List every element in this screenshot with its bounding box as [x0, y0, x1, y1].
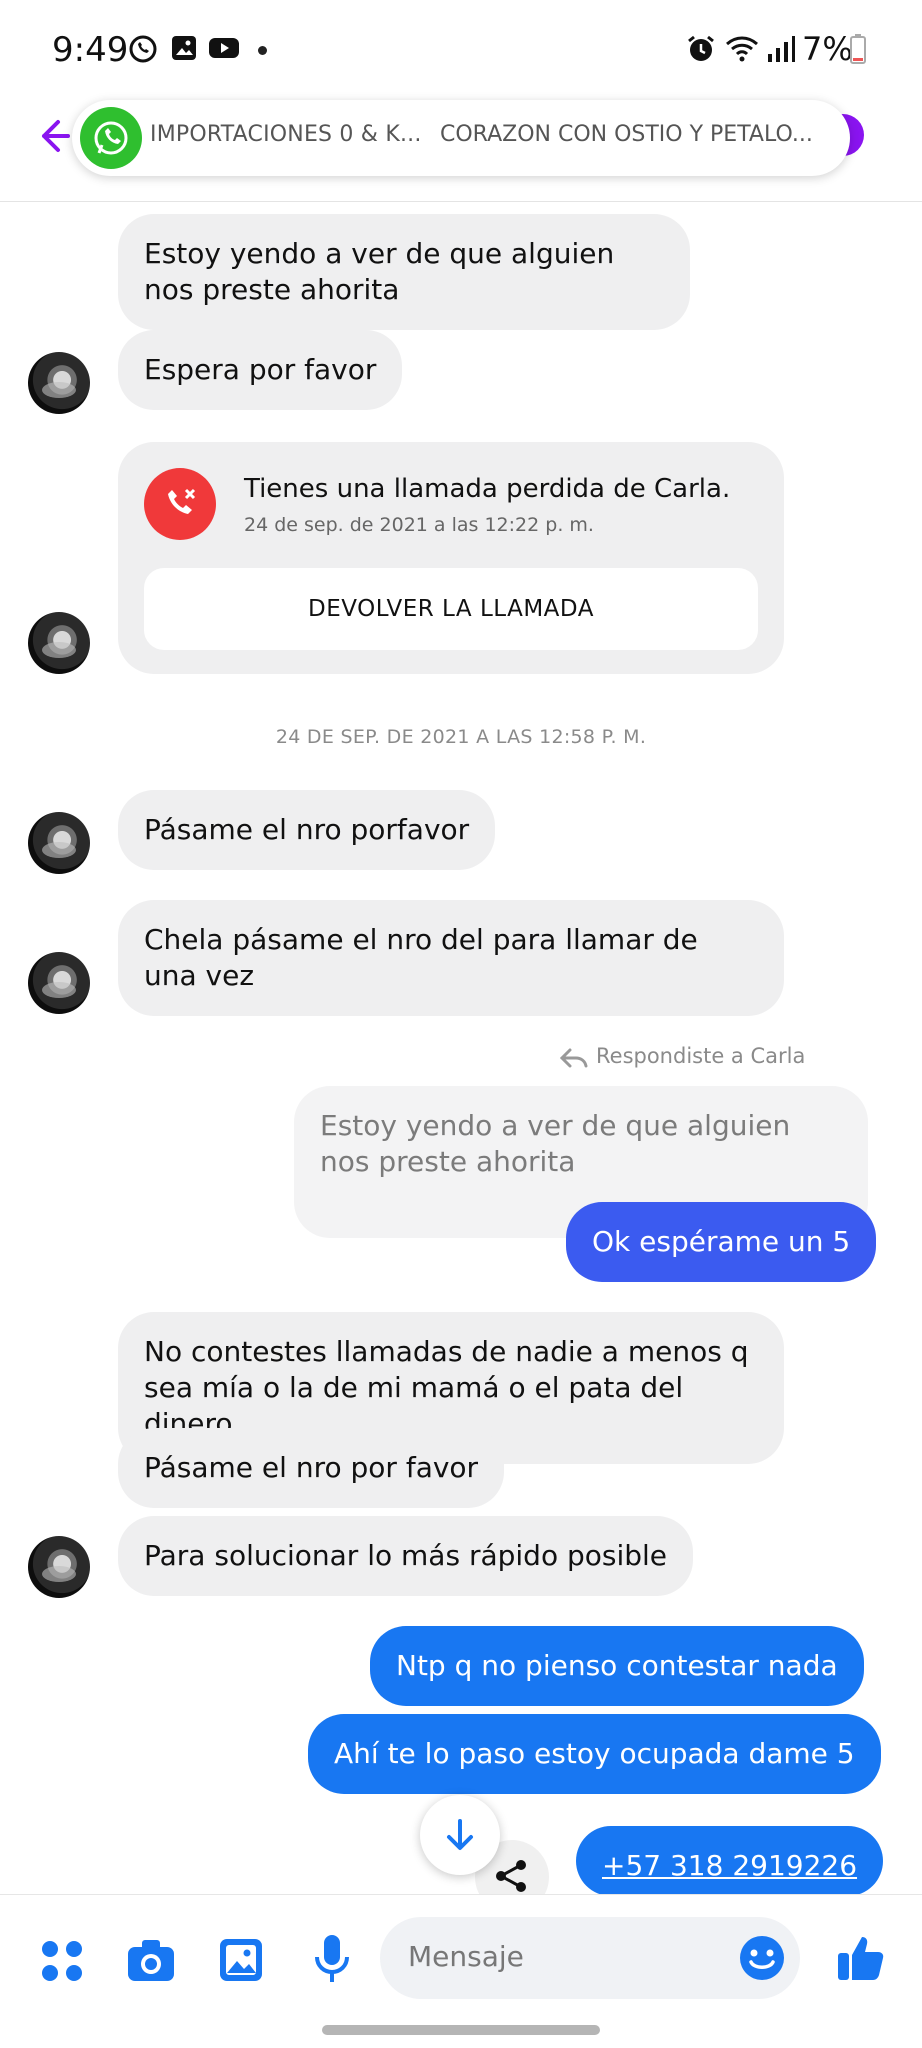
reply-note-text: Respondiste a Carla — [596, 1044, 806, 1068]
missed-call-time: 24 de sep. de 2021 a las 12:22 p. m. — [244, 514, 594, 536]
avatar[interactable] — [28, 1536, 90, 1598]
message-bubble-sent[interactable]: Ahí te lo paso estoy ocupada dame 5 — [308, 1714, 881, 1794]
share-icon — [496, 1860, 526, 1892]
like-icon[interactable] — [836, 1933, 886, 1987]
avatar[interactable] — [28, 952, 90, 1014]
signal-icon — [766, 34, 796, 68]
message-bubble[interactable]: Espera por favor — [118, 330, 403, 410]
message-input[interactable]: Mensaje — [380, 1917, 800, 1999]
missed-call-card: Tienes una llamada perdida de Carla. 24 … — [118, 442, 784, 674]
missed-call-title: Tienes una llamada perdida de Carla. — [244, 474, 731, 504]
message-placeholder: Mensaje — [408, 1940, 524, 1973]
message-bubble[interactable]: Pásame el nro porfavor — [118, 790, 496, 870]
notification-text: CORAZON CON OSTIO Y PETALO... — [440, 122, 813, 147]
message-bubble[interactable]: Para solucionar lo más rápido posible — [118, 1516, 694, 1596]
notification-dot — [258, 46, 267, 55]
alarm-icon — [686, 34, 716, 68]
whatsapp-notification-banner[interactable]: IMPORTACIONES 0 & K... CORAZON CON OSTIO… — [72, 100, 850, 176]
message-bubble-sent[interactable]: Ntp q no pienso contestar nada — [370, 1626, 864, 1706]
avatar[interactable] — [28, 352, 90, 414]
status-bar: 9:49 7% — [0, 0, 922, 92]
notification-title: IMPORTACIONES 0 & K... — [150, 122, 422, 147]
battery-icon — [850, 34, 866, 68]
scroll-to-bottom-button[interactable] — [420, 1795, 500, 1875]
camera-icon[interactable] — [126, 1937, 176, 1987]
gallery-icon — [170, 34, 198, 66]
arrow-down-icon — [447, 1819, 473, 1850]
microphone-icon[interactable] — [312, 1933, 352, 1989]
battery-percent: 7% — [802, 30, 853, 68]
menu-dots-icon[interactable] — [40, 1939, 84, 1987]
phone-number-link[interactable]: +57 318 2919226 — [576, 1826, 884, 1896]
emoji-icon[interactable] — [738, 1934, 786, 1986]
avatar[interactable] — [28, 812, 90, 874]
chat-header: IMPORTACIONES 0 & K... CORAZON CON OSTIO… — [0, 92, 922, 202]
message-bubble-sent[interactable]: Ok espérame un 5 — [566, 1202, 877, 1282]
image-icon[interactable] — [218, 1937, 264, 1987]
home-indicator[interactable] — [322, 2025, 600, 2035]
message-bubble[interactable]: Pásame el nro por favor — [118, 1428, 505, 1508]
call-back-button[interactable]: DEVOLVER LA LLAMADA — [144, 568, 758, 650]
wifi-icon — [724, 34, 760, 68]
whatsapp-icon — [128, 34, 158, 68]
whatsapp-icon — [80, 107, 142, 169]
message-bubble[interactable]: Chela pásame el nro del para llamar de u… — [118, 900, 784, 1016]
status-time: 9:49 — [52, 30, 129, 70]
date-separator: 24 DE SEP. DE 2021 A LAS 12:58 P. M. — [275, 726, 647, 748]
missed-call-icon — [144, 468, 216, 540]
avatar[interactable] — [28, 612, 90, 674]
reply-note: Respondiste a Carla — [560, 1044, 806, 1068]
reply-arrow-icon — [560, 1048, 588, 1068]
message-bubble[interactable]: Estoy yendo a ver de que alguien nos pre… — [118, 214, 690, 330]
back-arrow-icon[interactable] — [36, 116, 72, 160]
youtube-icon — [208, 34, 240, 66]
